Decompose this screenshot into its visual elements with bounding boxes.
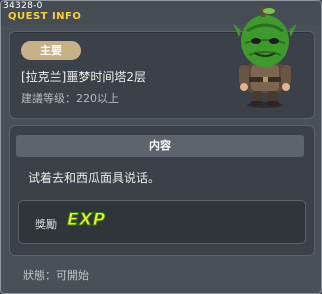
quest-status: 狀態：可開始 (23, 269, 89, 282)
level-requirement: 建議等级：220以上 (21, 92, 119, 105)
quest-description: 试着去和西瓜面具说话。 (28, 171, 161, 185)
exp-reward-icon: EXP (67, 210, 106, 231)
quest-type-badge: 主要 (21, 41, 81, 60)
reward-label: 獎勵 (35, 218, 57, 231)
watermelon-mask-npc-icon (233, 7, 297, 108)
reward-box (18, 200, 306, 244)
quest-name: [拉克兰]噩梦时间塔2层 (21, 70, 146, 84)
quest-id: 34328-0 (3, 1, 43, 11)
window-title: QUEST INFO (8, 11, 82, 22)
content-section-header: 内容 (16, 135, 304, 157)
quest-info-window: 34328-0 QUEST INFO 主要 [拉克兰]噩梦时间塔2层 建議等级：… (0, 0, 322, 294)
